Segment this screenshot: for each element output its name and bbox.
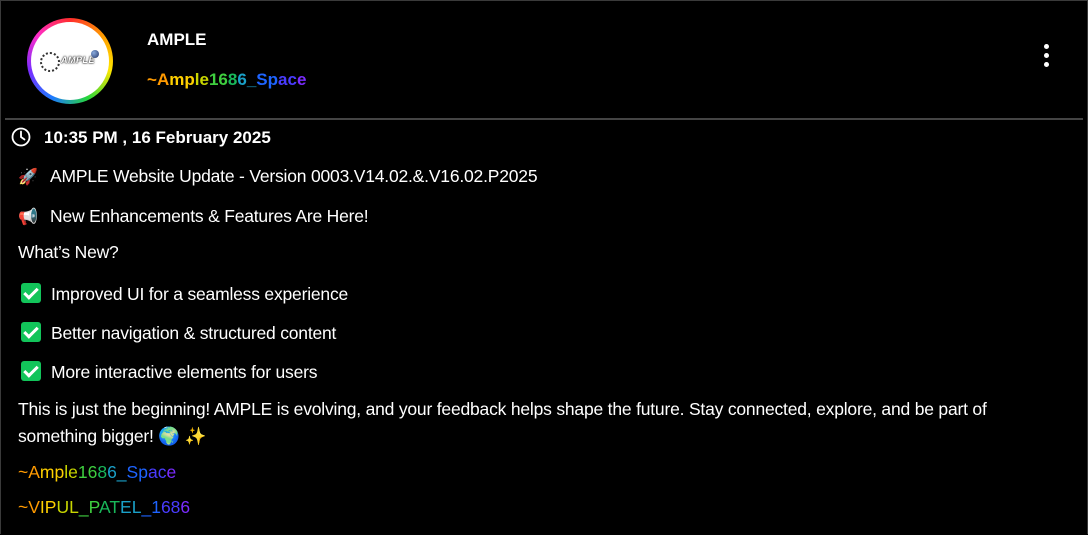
signature-space[interactable]: ~Ample1686_Space	[18, 462, 176, 483]
more-options-button[interactable]	[1036, 44, 1056, 76]
rainbow-char: 6	[160, 497, 171, 517]
rainbow-char: e	[199, 70, 209, 89]
rainbow-char: e	[296, 70, 307, 89]
rainbow-char: _	[78, 497, 89, 517]
logo-globe-icon	[91, 50, 99, 58]
rainbow-char: m	[39, 462, 55, 482]
logo-ring-icon	[40, 52, 60, 72]
rainbow-char: 6	[218, 70, 228, 89]
rainbow-char: p	[138, 462, 148, 482]
rainbow-char: e	[68, 462, 78, 482]
rainbow-char: c	[287, 70, 297, 89]
feature-item: More interactive elements for users	[18, 361, 318, 383]
rainbow-char: 1	[77, 462, 88, 482]
rainbow-char: 1	[208, 70, 219, 89]
rainbow-char: e	[166, 462, 177, 482]
rainbow-char: p	[267, 70, 279, 89]
clock-icon	[11, 127, 31, 147]
rainbow-char: 6	[237, 70, 247, 89]
rainbow-char: ~	[18, 462, 29, 482]
megaphone-icon: 📢	[18, 209, 38, 226]
rainbow-char: E	[120, 497, 132, 517]
check-icon	[21, 322, 41, 342]
rainbow-char: 8	[227, 70, 238, 89]
avatar[interactable]: AMPLE	[27, 18, 113, 104]
rainbow-char: 1	[151, 497, 161, 517]
kebab-dot-icon	[1043, 62, 1049, 67]
rainbow-char: A	[28, 462, 40, 482]
feature-item: Improved UI for a seamless experience	[18, 283, 348, 305]
feature-text: Improved UI for a seamless experience	[51, 284, 349, 304]
feature-text: More interactive elements for users	[51, 362, 318, 382]
rainbow-char: ~	[147, 70, 157, 89]
rainbow-char: _	[116, 462, 127, 482]
check-icon	[21, 361, 41, 381]
page-title: AMPLE	[147, 30, 207, 49]
logo-text: AMPLE	[61, 55, 95, 65]
rainbow-char: _	[141, 497, 152, 517]
avatar-logo: AMPLE	[31, 22, 109, 100]
post-paragraph: This is just the beginning! AMPLE is evo…	[18, 396, 998, 450]
update-text: AMPLE Website Update - Version 0003.V14.…	[50, 166, 538, 186]
kebab-dot-icon	[1043, 44, 1049, 49]
rainbow-char: U	[56, 497, 70, 517]
rainbow-char: _	[246, 70, 257, 89]
rainbow-char: S	[126, 462, 139, 482]
rainbow-char: ~	[18, 497, 29, 517]
rocket-icon: 🚀	[18, 169, 38, 186]
rainbow-char: T	[109, 497, 121, 517]
feature-item: Better navigation & structured content	[18, 322, 336, 344]
sparkles-icon: ✨	[184, 426, 207, 446]
rainbow-char: m	[169, 70, 185, 89]
announce-line: 📢 New Enhancements & Features Are Here!	[18, 206, 369, 227]
divider	[5, 118, 1083, 120]
rainbow-char: L	[69, 497, 79, 517]
rainbow-char: 6	[87, 462, 98, 482]
rainbow-char: 8	[97, 462, 108, 482]
rainbow-char: 6	[180, 497, 191, 517]
check-icon	[21, 283, 41, 303]
kebab-dot-icon	[1043, 53, 1049, 58]
rainbow-char: L	[131, 497, 142, 517]
author-handle[interactable]: ~Ample1686_Space	[147, 70, 306, 90]
rainbow-char: A	[98, 497, 110, 517]
rainbow-char: V	[28, 497, 40, 517]
globe-icon: 🌍	[158, 426, 180, 446]
rainbow-char: S	[256, 70, 268, 89]
post-timestamp: 10:35 PM , 16 February 2025	[44, 128, 271, 147]
rainbow-char: P	[44, 497, 57, 517]
rainbow-char: 6	[107, 462, 117, 482]
update-line: 🚀 AMPLE Website Update - Version 0003.V14…	[18, 166, 537, 187]
whats-new-heading: What’s New?	[18, 242, 119, 262]
signature-author[interactable]: ~VIPUL_PATEL_1686	[18, 497, 190, 518]
feature-text: Better navigation & structured content	[51, 323, 337, 343]
rainbow-char: p	[54, 462, 65, 482]
rainbow-char: P	[88, 497, 99, 517]
rainbow-char: a	[147, 462, 158, 482]
rainbow-char: A	[156, 70, 170, 89]
announce-text: New Enhancements & Features Are Here!	[50, 206, 369, 226]
rainbow-char: p	[184, 70, 195, 89]
rainbow-char: 8	[170, 497, 181, 517]
